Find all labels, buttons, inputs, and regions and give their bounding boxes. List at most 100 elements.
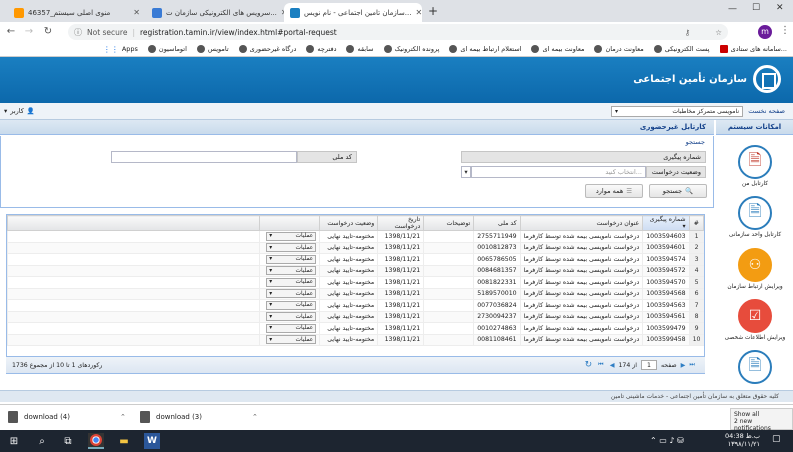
bookmark[interactable]: پست الکترونیکی — [653, 45, 710, 53]
chevron-up-icon[interactable]: ⌃ — [120, 413, 126, 421]
forward-icon[interactable]: → — [22, 25, 36, 39]
key-icon[interactable]: ⚷ — [685, 28, 691, 37]
bookmark[interactable]: سامانه های ستادی... — [719, 45, 787, 53]
request-date-cell: 1398/11/21 — [377, 334, 424, 346]
chevron-up-icon[interactable]: ⌃ — [252, 413, 258, 421]
dropdown-arrow-icon[interactable]: ▾ — [461, 166, 471, 178]
bookmark-icon — [238, 45, 247, 53]
table-row[interactable]: 10 1003599458 درخواست نامویسی بیمه شده توس… — [6, 334, 704, 346]
browser-tab-2[interactable]: سرویس های الکترونیکی سازمان ت... ✕ — [146, 3, 284, 22]
new-tab-button[interactable]: + — [428, 4, 438, 18]
status-select[interactable]: وضعیت درخواست انتخاب کنید... ▾ — [461, 166, 706, 178]
search-icon[interactable]: ⌕ — [34, 433, 50, 449]
side-item-personal-info[interactable]: ☑ ویرایش اطلاعات شخصی — [722, 299, 788, 341]
bookmark[interactable]: دفترچه — [306, 45, 336, 53]
clock[interactable]: 04:38 ب.ظ ۱۳۹۸/۱۱/۲۱ — [720, 432, 760, 448]
actions-dropdown[interactable]: عملیات ▾ — [266, 289, 317, 299]
bookmark[interactable]: اتوماسیون — [147, 45, 187, 53]
branch-select[interactable]: ▾ نامویسی متمرکز مخاطبات — [611, 106, 743, 117]
browser-tab-3[interactable]: سازمان تامین اجتماعی - نام نویس... ✕ — [284, 3, 422, 22]
table-row[interactable]: 6 1003594568 درخواست نامویسی بیمه شده توسط… — [6, 288, 704, 300]
column-header[interactable]: وضعیت درخواست — [319, 215, 379, 231]
column-header[interactable]: # — [688, 215, 705, 231]
refresh-icon[interactable]: ↻ — [585, 360, 593, 370]
status-select-value[interactable]: انتخاب کنید... — [471, 166, 646, 178]
bookmark[interactable]: سابقه — [346, 45, 374, 53]
table-row[interactable]: 7 1003594563 درخواست نامویسی بیمه شده توسط… — [6, 299, 704, 312]
close-icon[interactable]: ✕ — [133, 8, 140, 17]
bookmark[interactable]: درگاه غیرحضوری — [238, 45, 296, 53]
national-code-cell: 0084681357 — [473, 265, 521, 277]
user-menu[interactable]: ▾ کاربر 👤 — [4, 107, 35, 115]
actions-dropdown[interactable]: عملیات ▾ — [266, 312, 317, 322]
side-item-more[interactable]: 🗎 — [722, 350, 788, 386]
maximize-button[interactable]: ☐ — [752, 3, 760, 13]
page-input[interactable]: 1 — [640, 360, 657, 370]
table-row[interactable]: 8 1003594561 درخواست نامویسی بیمه شده توسط… — [6, 311, 704, 323]
actions-dropdown[interactable]: عملیات ▾ — [266, 231, 317, 241]
download-name: download (4) — [24, 413, 70, 421]
column-header[interactable]: تاریخ درخواست — [377, 215, 425, 231]
tracking-number-cell: 1003594603 — [642, 230, 690, 243]
side-item-my-cartable[interactable]: 🗎 کارتابل من — [722, 145, 788, 187]
actions-dropdown[interactable]: عملیات ▾ — [266, 243, 317, 253]
prev-page-icon[interactable]: ◀ — [610, 362, 615, 369]
column-header[interactable]: عنوان درخواست — [519, 215, 644, 231]
next-page-icon[interactable]: ▶ — [681, 362, 686, 369]
bookmark[interactable]: معاونت درمان — [594, 45, 644, 53]
reload-icon[interactable]: ↻ — [41, 25, 55, 39]
all-records-button[interactable]: همه موارد ☰ — [585, 184, 643, 198]
back-icon[interactable]: ← — [4, 25, 18, 39]
table-row[interactable]: 9 1003599479 درخواست نامویسی بیمه شده توسط… — [6, 322, 704, 335]
table-row[interactable]: 3 1003594574 درخواست نامویسی بیمه شده توسط… — [6, 253, 704, 266]
table-row[interactable]: 5 1003594570 درخواست نامویسی بیمه شده توسط… — [6, 276, 704, 289]
search-button[interactable]: جستجو 🔍 — [649, 184, 707, 198]
browser-tab-1[interactable]: 46357_منوی اصلی سیستم ✕ — [8, 3, 146, 22]
national-code-input[interactable] — [111, 151, 297, 163]
download-item[interactable]: download (4) ⌃ — [8, 411, 126, 423]
actions-dropdown[interactable]: عملیات ▾ — [266, 323, 317, 333]
minimize-button[interactable]: — — [728, 4, 737, 14]
show-all-link[interactable]: Show all — [734, 411, 789, 418]
url-field[interactable]: ⓘ Not secure | registration.tamin.ir/vie… — [68, 24, 728, 40]
table-row[interactable]: 1 1003594603 درخواست نامویسی بیمه شده توسط… — [6, 230, 704, 243]
task-view-icon[interactable]: ⧉ — [60, 433, 76, 449]
empty-cell — [6, 265, 260, 277]
column-header[interactable]: کد ملی — [473, 215, 521, 231]
star-icon[interactable]: ☆ — [715, 28, 722, 37]
table-row[interactable]: 2 1003594601 درخواست نامویسی بیمه شده توسط… — [6, 242, 704, 254]
side-item-org-relation[interactable]: ⚇ ویرایش ارتباط سازمان — [722, 248, 788, 290]
table-row[interactable]: 4 1003594572 درخواست نامویسی بیمه شده توسط… — [6, 265, 704, 277]
actions-dropdown[interactable]: عملیات ▾ — [266, 300, 317, 310]
description-cell — [423, 242, 474, 254]
column-header-tracking[interactable]: شماره پیگیری ▾ — [642, 215, 690, 231]
close-window-button[interactable]: ✕ — [776, 3, 784, 13]
address-bar: ← → ↻ ⓘ Not secure | registration.tamin.… — [0, 22, 793, 42]
close-icon[interactable]: ✕ — [415, 8, 422, 17]
folder-icon[interactable]: ▬ — [116, 433, 132, 449]
side-item-unit-cartable[interactable]: 🗎 کارتابل واحد سازمانی — [722, 196, 788, 238]
download-item[interactable]: download (3) ⌃ — [140, 411, 258, 423]
notification-center-icon[interactable]: ▢ — [772, 434, 781, 444]
tray-icons[interactable]: ⌃ ▭ ♪ ⛁ — [650, 436, 684, 445]
actions-dropdown[interactable]: عملیات ▾ — [266, 335, 317, 345]
windows-start-icon[interactable]: ⊞ — [6, 433, 22, 449]
word-icon[interactable]: W — [144, 433, 160, 449]
last-page-icon[interactable]: ⏭ — [689, 361, 695, 369]
actions-dropdown[interactable]: عملیات ▾ — [266, 254, 317, 264]
actions-dropdown[interactable]: عملیات ▾ — [266, 266, 317, 276]
notification-toast[interactable]: Show all 2 new notifications — [730, 408, 793, 432]
avatar[interactable]: m — [758, 25, 772, 39]
bookmark[interactable]: معاونت بیمه ای — [531, 45, 584, 53]
column-header[interactable]: توضیحات — [423, 215, 475, 231]
bookmark[interactable]: پرونده الکترونیک — [383, 45, 439, 53]
menu-icon[interactable]: ⋮ — [780, 25, 790, 36]
first-page-icon[interactable]: ⏮ — [598, 361, 604, 369]
chrome-icon[interactable] — [88, 433, 104, 449]
home-link[interactable]: صفحه نخست — [748, 107, 785, 115]
apps-bookmark[interactable]: ⋮⋮ Apps — [103, 45, 138, 54]
bookmark[interactable]: استعلام ارتباط بیمه ای — [449, 45, 521, 53]
tracking-number-field[interactable]: شماره پیگیری — [461, 151, 706, 163]
actions-dropdown[interactable]: عملیات ▾ — [266, 277, 317, 287]
bookmark[interactable]: تامویس — [196, 45, 229, 53]
